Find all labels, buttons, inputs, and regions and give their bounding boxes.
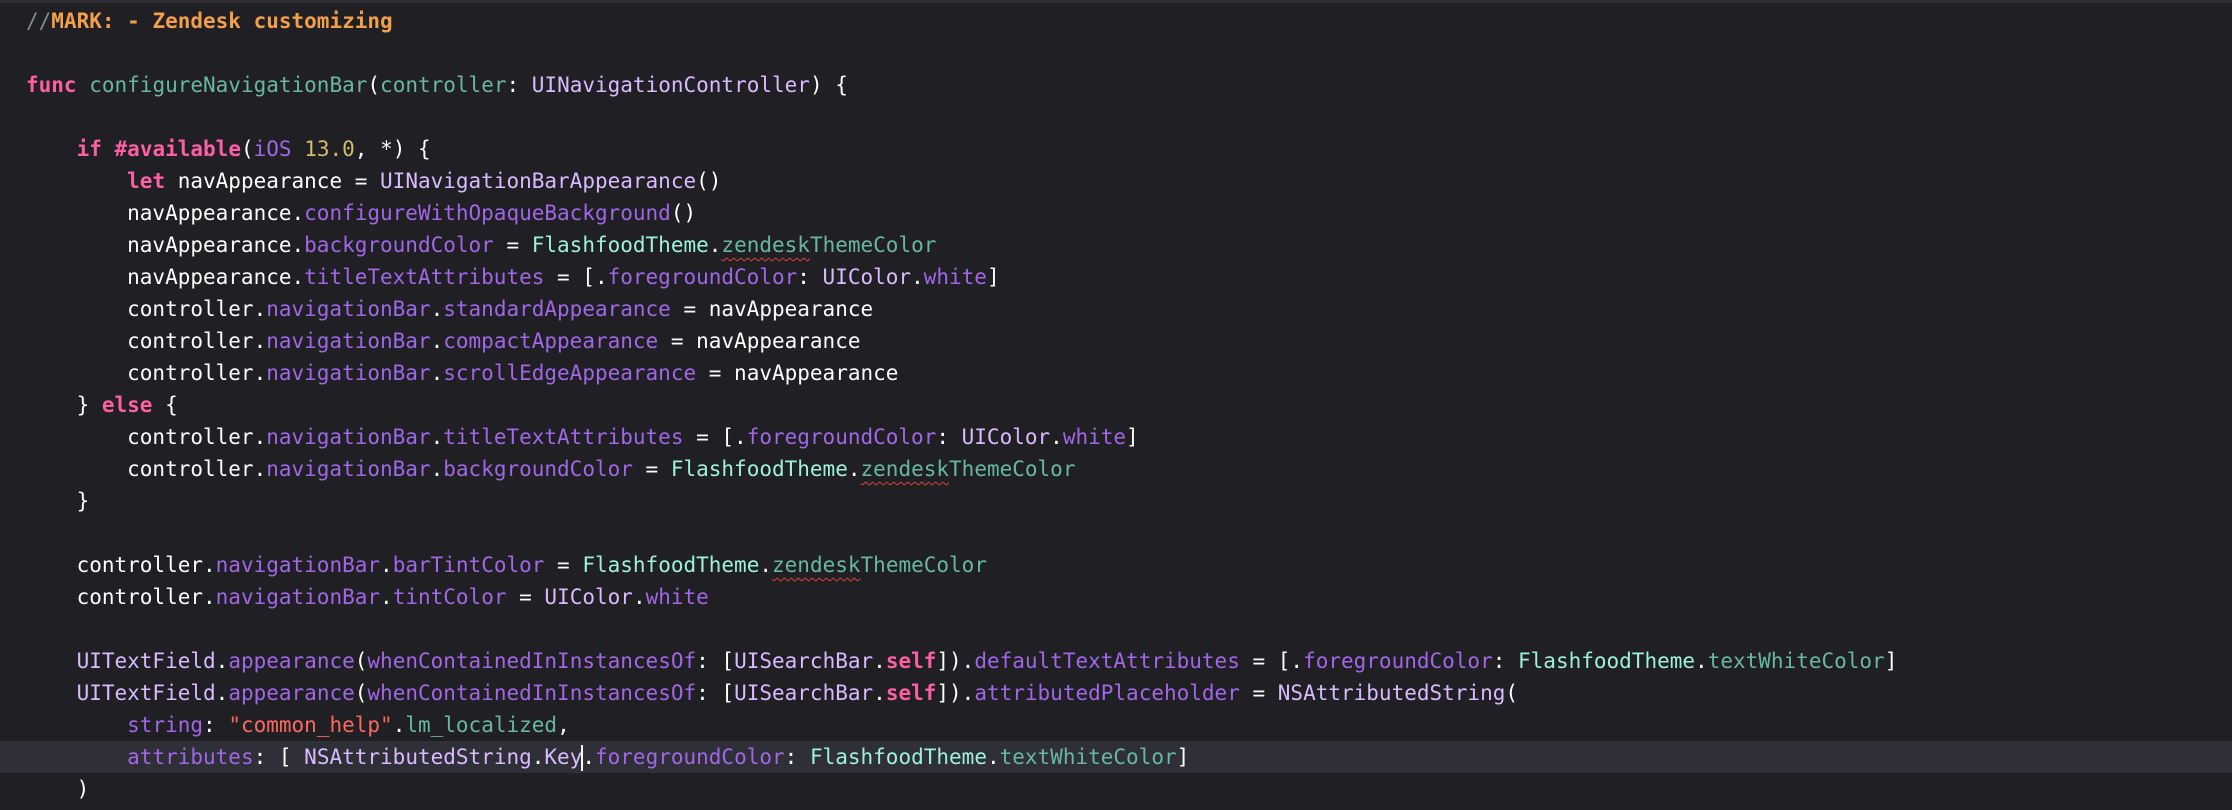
code-line[interactable]: let navAppearance = UINavigationBarAppea… [0, 165, 2232, 197]
code-line-text: string: "common_help".lm_localized, [127, 713, 570, 737]
code-line[interactable]: } else { [0, 389, 2232, 421]
code-line[interactable]: navAppearance.titleTextAttributes = [.fo… [0, 261, 2232, 293]
current-code-line[interactable]: attributes: [ NSAttributedString.Key.for… [0, 741, 2232, 773]
code-line[interactable]: func configureNavigationBar(controller: … [0, 69, 2232, 101]
code-line[interactable]: controller.navigationBar.tintColor = UIC… [0, 581, 2232, 613]
code-line-text: controller.navigationBar.titleTextAttrib… [26, 425, 1139, 449]
code-line-text: } [26, 489, 90, 513]
code-line-text: } else { [26, 393, 178, 417]
code-line[interactable]: controller.navigationBar.standardAppeara… [0, 293, 2232, 325]
code-line-text: controller.navigationBar.tintColor = UIC… [26, 585, 709, 609]
code-line-text: //MARK: - Zendesk customizing [26, 9, 393, 33]
code-line[interactable]: controller.navigationBar.titleTextAttrib… [0, 421, 2232, 453]
code-line-text: let navAppearance = UINavigationBarAppea… [127, 169, 722, 193]
code-line-text: controller.navigationBar.scrollEdgeAppea… [26, 361, 899, 385]
code-line[interactable]: //MARK: - Zendesk customizing [0, 5, 2232, 37]
code-line-text: controller.navigationBar.backgroundColor… [26, 457, 1076, 481]
code-line[interactable]: string: "common_help".lm_localized, [0, 709, 2232, 741]
code-line[interactable]: if #available(iOS 13.0, *) { [0, 133, 2232, 165]
code-line-text: attributes: [ NSAttributedString.Key.for… [127, 745, 1190, 771]
code-line[interactable]: UITextField.appearance(whenContainedInIn… [0, 677, 2232, 709]
code-line[interactable]: navAppearance.backgroundColor = Flashfoo… [0, 229, 2232, 261]
code-line-text: navAppearance.backgroundColor = Flashfoo… [26, 233, 937, 257]
code-line-text: if #available(iOS 13.0, *) { [76, 137, 431, 161]
code-line[interactable]: controller.navigationBar.backgroundColor… [0, 453, 2232, 485]
code-line-text: controller.navigationBar.compactAppearan… [26, 329, 861, 353]
code-editor[interactable]: //MARK: - Zendesk customizing func confi… [0, 0, 2232, 810]
code-line-text: controller.navigationBar.standardAppeara… [26, 297, 874, 321]
editor-top-divider [0, 0, 2232, 3]
code-line[interactable]: controller.navigationBar.scrollEdgeAppea… [0, 357, 2232, 389]
code-line-text: UITextField.appearance(whenContainedInIn… [76, 681, 1519, 705]
code-line[interactable]: ) [0, 773, 2232, 805]
code-line-text: navAppearance.configureWithOpaqueBackgro… [26, 201, 697, 225]
code-line[interactable]: } [0, 485, 2232, 517]
code-line[interactable]: UITextField.appearance(whenContainedInIn… [0, 645, 2232, 677]
code-line[interactable]: controller.navigationBar.barTintColor = … [0, 549, 2232, 581]
code-line[interactable]: navAppearance.configureWithOpaqueBackgro… [0, 197, 2232, 229]
code-line-text: ) [26, 777, 90, 801]
code-line-text: func configureNavigationBar(controller: … [26, 73, 848, 97]
code-line-text: navAppearance.titleTextAttributes = [.fo… [26, 265, 1000, 289]
code-line[interactable]: controller.navigationBar.compactAppearan… [0, 325, 2232, 357]
text-cursor [581, 745, 584, 771]
code-line-text: UITextField.appearance(whenContainedInIn… [76, 649, 1898, 673]
code-line-text: controller.navigationBar.barTintColor = … [26, 553, 987, 577]
